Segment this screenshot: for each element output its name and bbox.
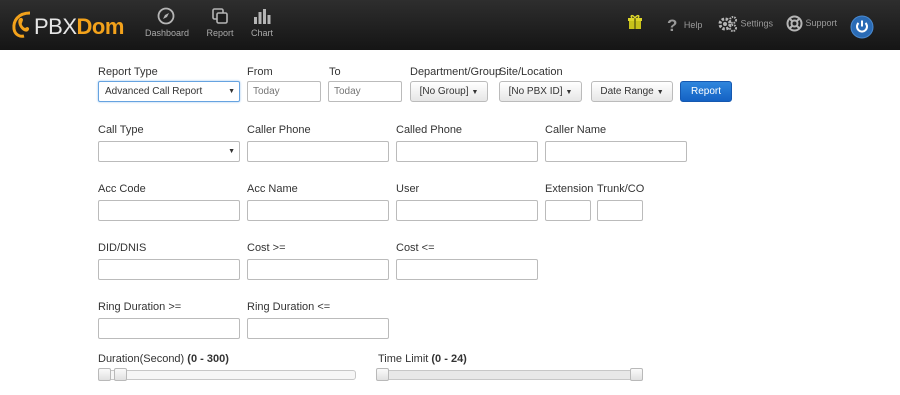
gift-icon xyxy=(628,14,642,29)
date-range-label: Date Range xyxy=(600,86,654,97)
site-value: [No PBX ID] xyxy=(508,86,563,97)
cost-lte-input[interactable] xyxy=(396,259,538,280)
acc-code-label: Acc Code xyxy=(98,183,146,195)
report-type-select[interactable]: Advanced Call Report ▼ xyxy=(98,81,240,102)
support-button[interactable]: Support xyxy=(786,15,837,32)
did-dnis-label: DID/DNIS xyxy=(98,242,147,254)
caller-phone-label: Caller Phone xyxy=(247,124,311,136)
time-limit-label-text: Time Limit xyxy=(378,353,429,365)
user-label: User xyxy=(396,183,420,195)
time-limit-label: Time Limit (0 - 24) xyxy=(378,353,467,365)
duration-min-handle[interactable] xyxy=(98,368,111,381)
nav-dashboard[interactable]: Dashboard xyxy=(145,7,190,38)
nav-chart-label: Chart xyxy=(250,28,273,38)
acc-name-input[interactable] xyxy=(247,200,389,221)
gears-icon xyxy=(718,16,737,32)
cost-gte-input[interactable] xyxy=(247,259,389,280)
duration-slider[interactable] xyxy=(98,368,356,382)
duration-slider-track xyxy=(102,370,356,380)
time-limit-range-text: (0 - 24) xyxy=(431,353,467,365)
department-label: Department/Group xyxy=(410,66,502,78)
dropdown-arrow-icon: ▼ xyxy=(228,88,235,95)
report-type-label: Report Type xyxy=(98,66,158,78)
top-navbar: PBXDom Dashboard Report Chart ? Help Set… xyxy=(0,0,900,50)
time-limit-min-handle[interactable] xyxy=(376,368,389,381)
ring-duration-gte-input[interactable] xyxy=(98,318,240,339)
settings-button[interactable]: Settings xyxy=(718,15,773,33)
from-label: From xyxy=(247,66,273,78)
bar-chart-icon xyxy=(254,9,271,24)
power-icon xyxy=(850,15,874,39)
extension-label: Extension xyxy=(545,183,594,195)
site-dropdown[interactable]: [No PBX ID] ▼ xyxy=(499,81,582,102)
support-label: Support xyxy=(805,17,838,28)
report-type-value: Advanced Call Report xyxy=(105,86,203,97)
ring-duration-lte-input[interactable] xyxy=(247,318,389,339)
logo-prefix: PBX xyxy=(34,14,77,39)
help-label: Help xyxy=(683,20,703,31)
copy-icon xyxy=(212,8,228,24)
user-input[interactable] xyxy=(396,200,538,221)
caller-name-input[interactable] xyxy=(545,141,687,162)
question-icon: ? xyxy=(667,16,678,35)
caret-down-icon: ▼ xyxy=(565,89,573,96)
cost-lte-label: Cost <= xyxy=(396,242,435,254)
trunk-co-label: Trunk/CO xyxy=(597,183,645,195)
department-value: [No Group] xyxy=(419,86,469,97)
dropdown-arrow-icon: ▼ xyxy=(228,148,235,155)
nav-report[interactable]: Report xyxy=(205,7,235,38)
to-date-input[interactable] xyxy=(328,81,402,102)
site-label: Site/Location xyxy=(499,66,563,78)
settings-label: Settings xyxy=(740,18,774,29)
duration-range-text: (0 - 300) xyxy=(187,353,229,365)
help-button[interactable]: ? Help xyxy=(667,16,702,36)
trunk-co-input[interactable] xyxy=(597,200,643,221)
did-dnis-input[interactable] xyxy=(98,259,240,280)
cost-gte-label: Cost >= xyxy=(247,242,286,254)
time-limit-slider-track xyxy=(380,370,642,380)
to-label: To xyxy=(329,66,341,78)
report-button[interactable]: Report xyxy=(680,81,732,102)
caret-down-icon: ▼ xyxy=(471,89,479,96)
call-type-select[interactable]: ▼ xyxy=(98,141,240,162)
power-button[interactable] xyxy=(850,15,874,42)
called-phone-input[interactable] xyxy=(396,141,538,162)
caller-name-label: Caller Name xyxy=(545,124,607,136)
extension-input[interactable] xyxy=(545,200,591,221)
logo-suffix: Dom xyxy=(76,14,125,39)
time-limit-max-handle[interactable] xyxy=(630,368,643,381)
duration-label-text: Duration(Second) xyxy=(98,353,185,365)
caret-down-icon: ▼ xyxy=(656,89,664,96)
lifebuoy-icon xyxy=(786,15,803,32)
pbxdom-logo[interactable]: PBXDom xyxy=(10,9,124,39)
nav-dashboard-label: Dashboard xyxy=(145,28,190,38)
ring-duration-gte-label: Ring Duration >= xyxy=(98,301,182,313)
duration-label: Duration(Second) (0 - 300) xyxy=(98,353,229,365)
nav-chart[interactable]: Chart xyxy=(249,7,275,38)
call-type-label: Call Type xyxy=(98,124,144,136)
caller-phone-input[interactable] xyxy=(247,141,389,162)
gift-button[interactable] xyxy=(627,14,643,30)
time-limit-slider[interactable] xyxy=(376,368,643,382)
duration-max-handle[interactable] xyxy=(114,368,128,381)
acc-name-label: Acc Name xyxy=(247,183,298,195)
department-dropdown[interactable]: [No Group] ▼ xyxy=(410,81,488,102)
ring-duration-lte-label: Ring Duration <= xyxy=(247,301,331,313)
called-phone-label: Called Phone xyxy=(396,124,463,136)
from-date-input[interactable] xyxy=(247,81,321,102)
nav-report-label: Report xyxy=(206,28,234,38)
compass-icon xyxy=(157,7,175,25)
acc-code-input[interactable] xyxy=(98,200,240,221)
date-range-dropdown[interactable]: Date Range ▼ xyxy=(591,81,673,102)
